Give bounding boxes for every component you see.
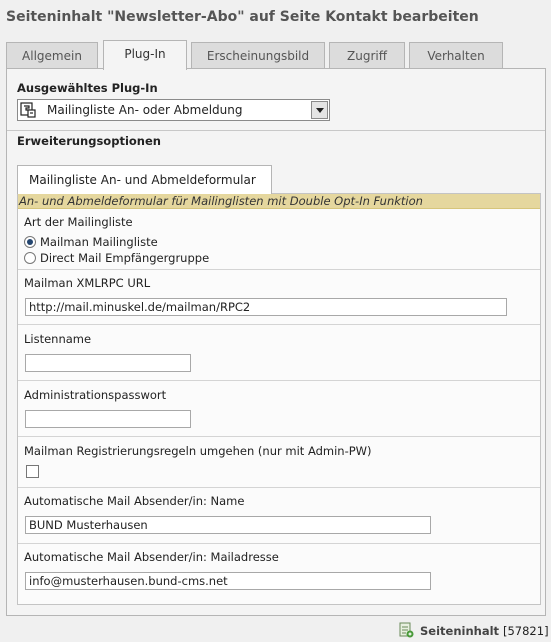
bypass-rules-checkbox[interactable] (26, 465, 39, 478)
sender-mail-label: Automatische Mail Absender/in: Mailadres… (24, 550, 279, 564)
tab-plug-in[interactable]: Plug-In (103, 40, 187, 70)
plugin-description: An- und Abmeldeformular für Mailingliste… (18, 194, 540, 209)
tab-erscheinungsbild[interactable]: Erscheinungsbild (191, 42, 325, 69)
listname-input[interactable] (25, 354, 191, 372)
tab-bar: Allgemein Plug-In Erscheinungsbild Zugri… (6, 40, 546, 70)
extension-form: An- und Abmeldeformular für Mailingliste… (17, 193, 541, 605)
field-divider (18, 436, 540, 437)
record-type: Seiteninhalt (420, 624, 500, 638)
tab-allgemein[interactable]: Allgemein (6, 42, 98, 69)
radio-button[interactable] (24, 236, 36, 248)
admin-password-input[interactable] (25, 410, 191, 428)
plugin-icon (20, 102, 36, 118)
sender-name-label: Automatische Mail Absender/in: Name (24, 494, 245, 508)
content-element-icon (399, 622, 414, 638)
page-title: Seiteninhalt "Newsletter-Abo" auf Seite … (6, 9, 479, 25)
list-type-label: Art der Mailingliste (24, 215, 133, 229)
radio-label: Mailman Mailingliste (40, 235, 158, 249)
plugin-select-value: Mailingliste An- oder Abmeldung (47, 103, 243, 117)
sender-mail-input[interactable]: info@musterhausen.bund-cms.net (25, 572, 431, 590)
field-divider (18, 324, 540, 325)
selected-plugin-label: Ausgewähltes Plug-In (17, 81, 158, 95)
listname-label: Listenname (24, 332, 92, 346)
tab-mailingliste-form[interactable]: Mailingliste An- und Abmeldeformular (17, 165, 272, 194)
xmlrpc-url-input[interactable]: http://mail.minuskel.de/mailman/RPC2 (25, 298, 507, 316)
record-id: [57821] (503, 624, 549, 638)
field-divider (18, 380, 540, 381)
extension-options-label: Erweiterungsoptionen (17, 134, 161, 148)
plugin-select[interactable]: Mailingliste An- oder Abmeldung (17, 99, 330, 121)
divider (7, 130, 545, 131)
sender-name-input[interactable]: BUND Musterhausen (25, 516, 431, 534)
bypass-rules-label: Mailman Registrierungsregeln umgehen (nu… (24, 444, 372, 458)
field-divider (18, 487, 540, 488)
plugin-panel: Ausgewähltes Plug-In Mailingliste An- od… (6, 68, 546, 616)
xmlrpc-label: Mailman XMLRPC URL (24, 276, 151, 290)
tab-zugriff[interactable]: Zugriff (329, 42, 405, 69)
tab-verhalten[interactable]: Verhalten (409, 42, 503, 69)
radio-button[interactable] (24, 252, 36, 264)
chevron-down-icon[interactable] (311, 101, 328, 119)
field-divider (18, 269, 540, 270)
field-divider (18, 543, 540, 544)
radio-label: Direct Mail Empfängergruppe (40, 251, 210, 265)
admin-password-label: Administrationspasswort (24, 388, 167, 402)
